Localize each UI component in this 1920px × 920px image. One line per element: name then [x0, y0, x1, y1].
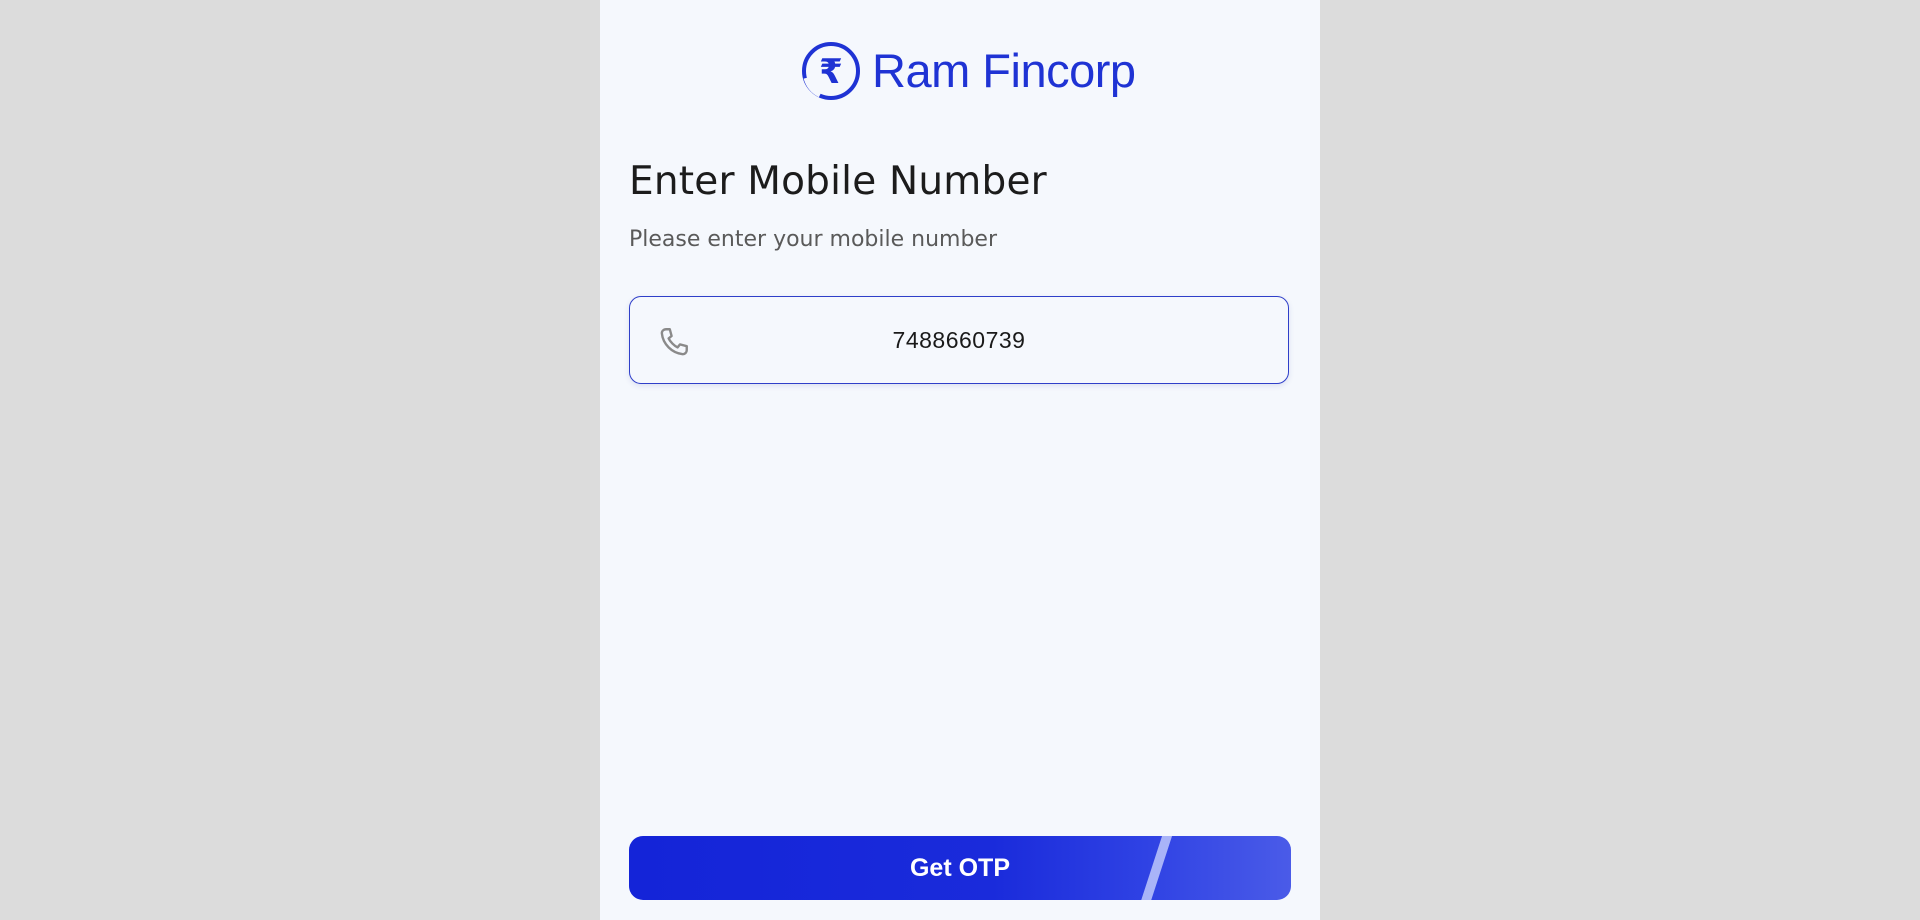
login-panel: ₹ Ram Fincorp Enter Mobile Number Please…	[600, 0, 1320, 920]
mobile-number-value: 7488660739	[892, 326, 1026, 353]
brand-logo: ₹ Ram Fincorp	[800, 40, 1136, 102]
page-subtitle: Please enter your mobile number	[629, 227, 997, 252]
rupee-logo-icon: ₹	[800, 40, 862, 102]
get-otp-label: Get OTP	[909, 854, 1010, 882]
get-otp-button[interactable]: Get OTP	[629, 836, 1291, 900]
brand-symbol: ₹	[819, 52, 843, 92]
brand-name: Ram Fincorp	[872, 44, 1136, 97]
page-title: Enter Mobile Number	[629, 159, 1047, 204]
mobile-number-input[interactable]: 7488660739	[629, 296, 1289, 384]
